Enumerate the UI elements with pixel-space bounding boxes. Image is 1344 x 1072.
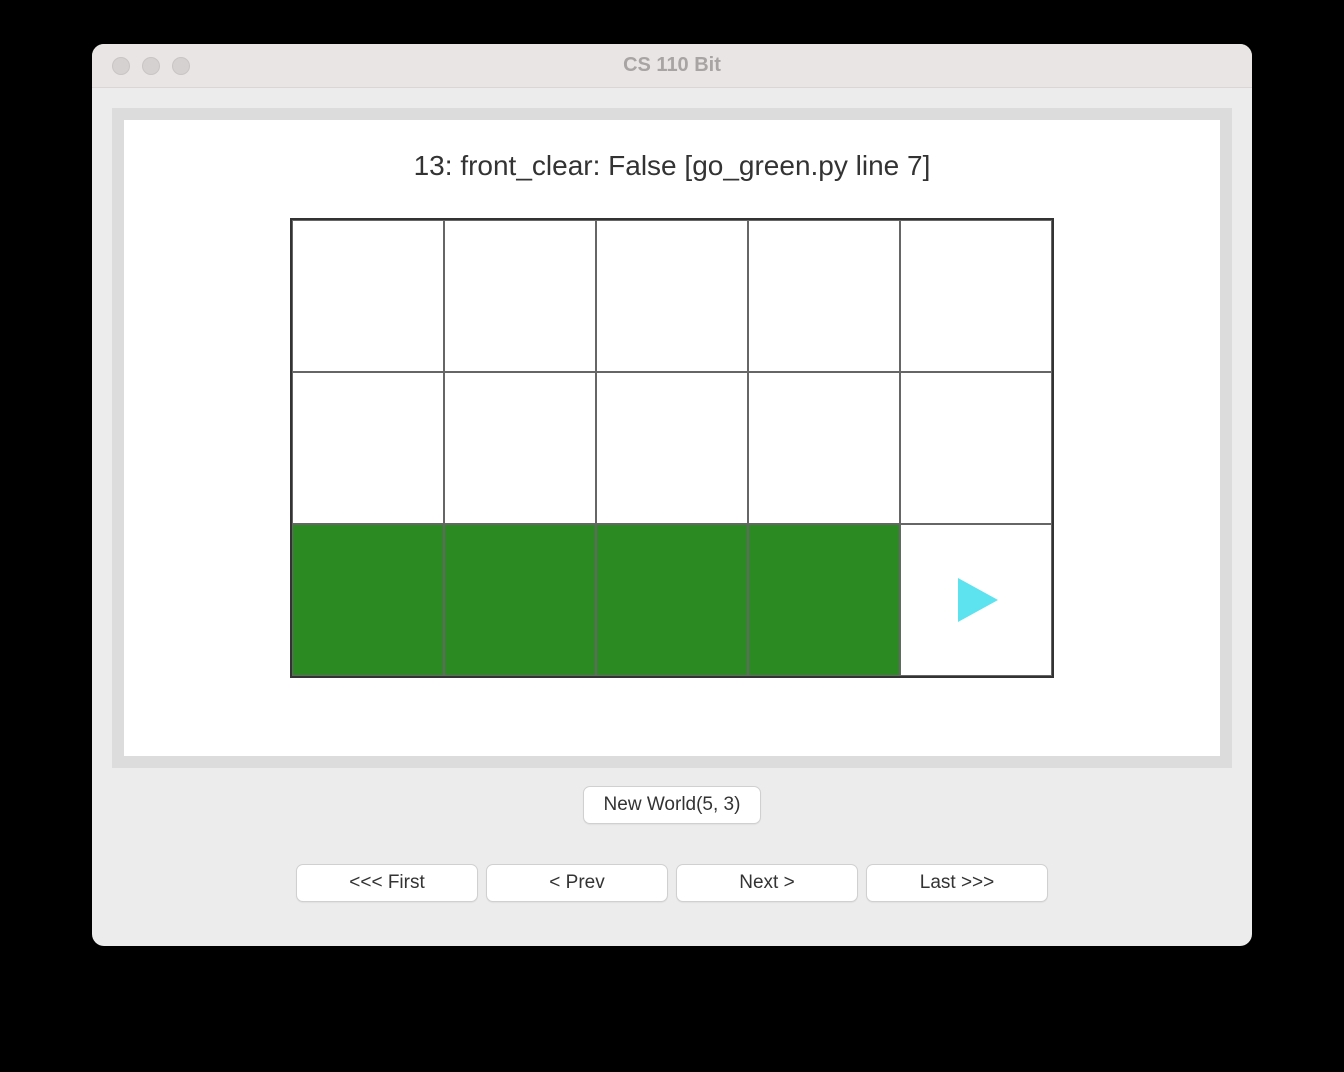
grid-cell [444,220,596,372]
grid-cell-green [444,524,596,676]
canvas-frame: 13: front_clear: False [go_green.py line… [112,108,1232,768]
minimize-icon[interactable] [142,57,160,75]
grid-cell [748,372,900,524]
grid-cell [596,220,748,372]
grid-cell [748,220,900,372]
app-window: CS 110 Bit 13: front_clear: False [go_gr… [92,44,1252,946]
new-world-row: New World(5, 3) [112,786,1232,824]
bit-arrow-icon [946,570,1006,630]
grid-cell-bit [900,524,1052,676]
grid-cell [900,372,1052,524]
grid-cell [900,220,1052,372]
prev-button[interactable]: < Prev [486,864,668,902]
grid-cell [596,372,748,524]
first-button[interactable]: <<< First [296,864,478,902]
world-grid [290,218,1054,678]
status-text: 13: front_clear: False [go_green.py line… [414,150,931,182]
titlebar: CS 110 Bit [92,44,1252,88]
content-area: 13: front_clear: False [go_green.py line… [92,88,1252,946]
grid-cell [292,220,444,372]
next-button[interactable]: Next > [676,864,858,902]
close-icon[interactable] [112,57,130,75]
window-title: CS 110 Bit [92,54,1252,77]
new-world-button[interactable]: New World(5, 3) [583,786,762,824]
traffic-lights [92,57,190,75]
grid-cell-green [748,524,900,676]
zoom-icon[interactable] [172,57,190,75]
grid-cell [292,372,444,524]
canvas: 13: front_clear: False [go_green.py line… [124,120,1220,756]
grid-cell [444,372,596,524]
grid-cell-green [596,524,748,676]
grid-cell-green [292,524,444,676]
nav-row: <<< First < Prev Next > Last >>> [112,864,1232,902]
last-button[interactable]: Last >>> [866,864,1048,902]
